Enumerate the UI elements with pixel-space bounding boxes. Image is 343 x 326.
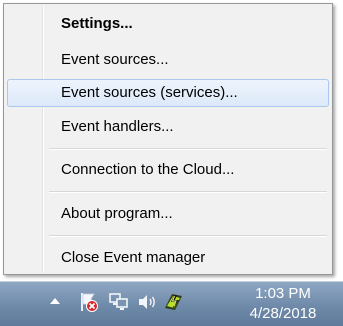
volume-icon[interactable] xyxy=(136,290,158,314)
menu-item-close-event-manager[interactable]: Close Event manager xyxy=(7,244,329,272)
menu-separator xyxy=(49,235,327,237)
clock-date: 4/28/2018 xyxy=(249,305,317,322)
show-hidden-icons-arrow-icon[interactable] xyxy=(50,298,60,304)
menu-item-event-handlers[interactable]: Event handlers... xyxy=(7,113,329,141)
menu-separator xyxy=(49,148,327,150)
menu-item-event-sources[interactable]: Event sources... xyxy=(7,46,329,74)
system-clock[interactable]: 1:03 PM 4/28/2018 xyxy=(238,282,328,324)
taskbar: 1:03 PM 4/28/2018 xyxy=(0,281,343,326)
menu-item-event-sources-services[interactable]: Event sources (services)... xyxy=(7,79,329,107)
clock-time: 1:03 PM xyxy=(255,285,311,302)
screen: Settings... Event sources... Event sourc… xyxy=(0,0,343,326)
menu-item-connection-to-cloud[interactable]: Connection to the Cloud... xyxy=(7,156,329,184)
action-center-flag-icon[interactable] xyxy=(78,290,100,314)
menu-item-settings[interactable]: Settings... xyxy=(7,10,329,38)
event-manager-icon[interactable] xyxy=(162,290,184,314)
tray-context-menu: Settings... Event sources... Event sourc… xyxy=(3,3,333,275)
menu-separator xyxy=(49,191,327,193)
network-icon[interactable] xyxy=(108,290,130,314)
menu-item-about-program[interactable]: About program... xyxy=(7,200,329,228)
